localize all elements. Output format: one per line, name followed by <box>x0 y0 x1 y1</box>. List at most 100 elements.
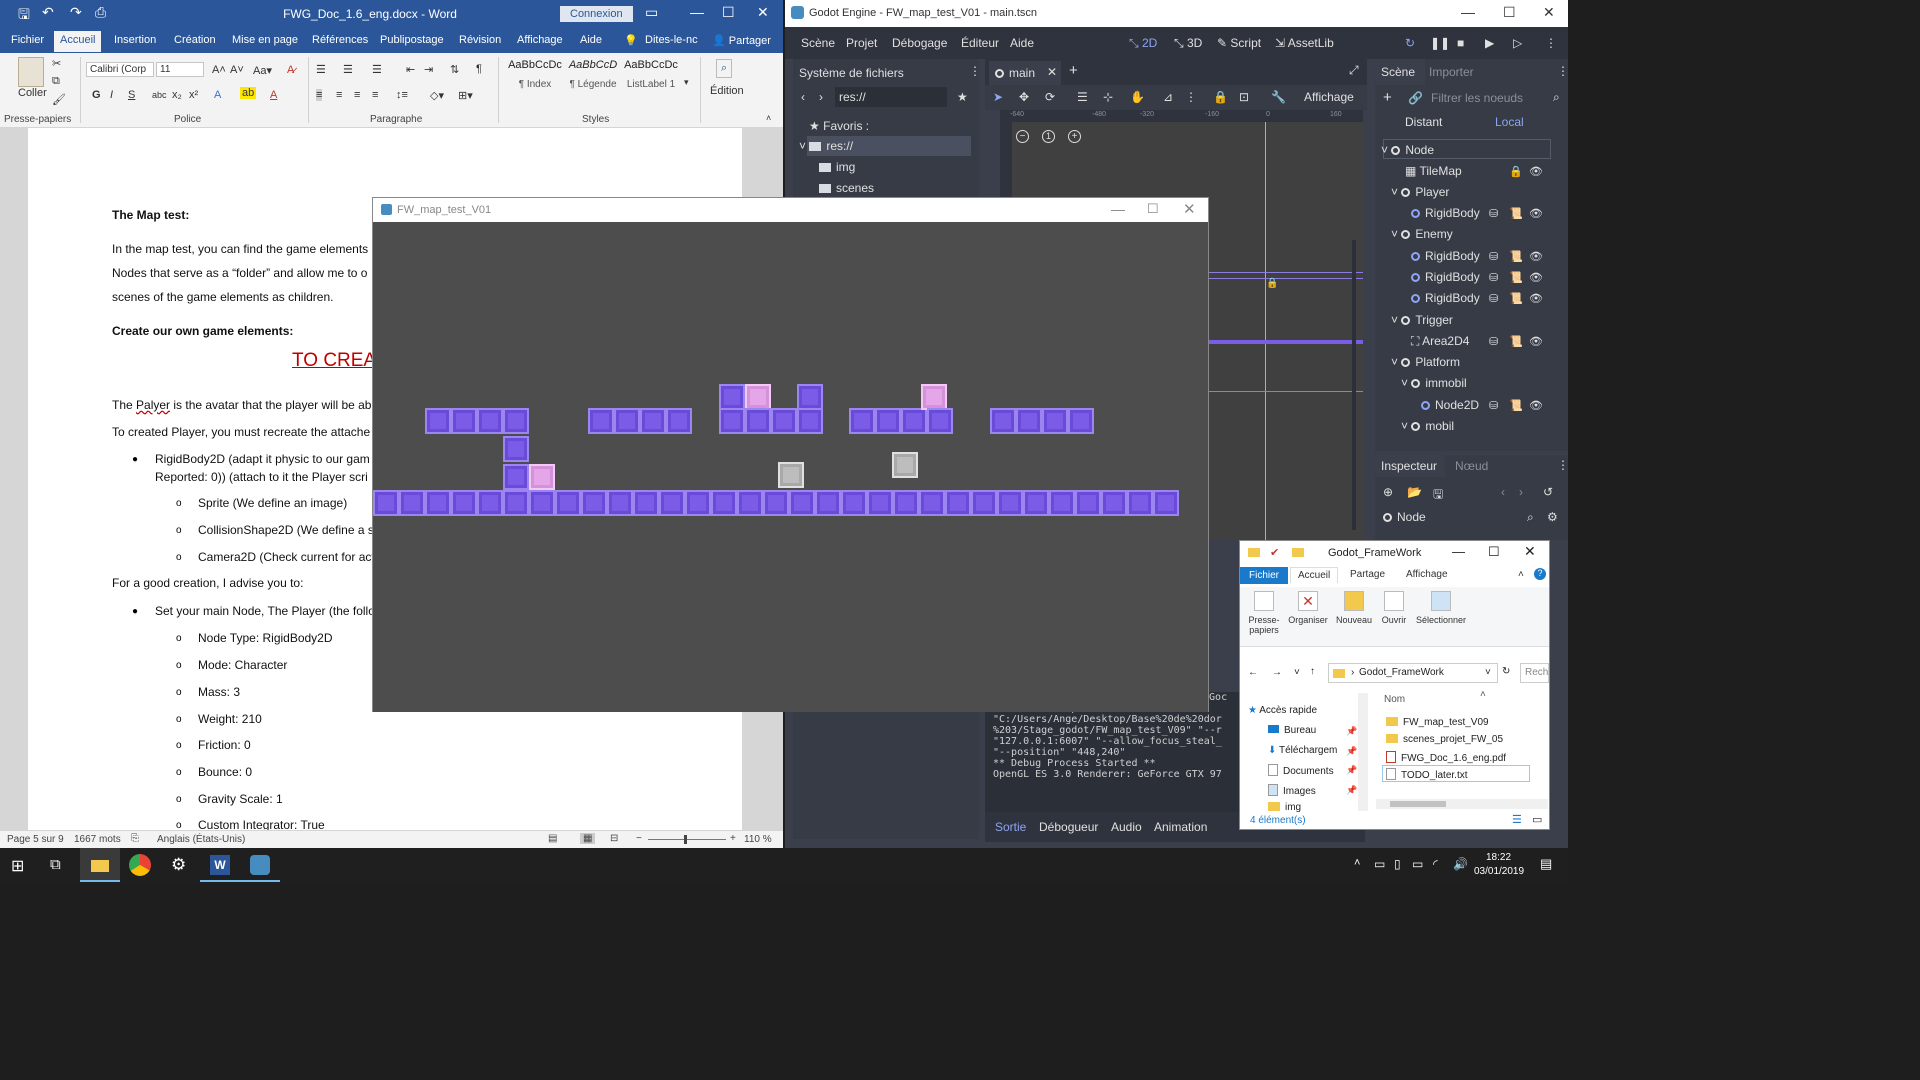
shading-icon[interactable]: ◇▾ <box>430 89 444 102</box>
visibility-eye-icon[interactable]: 👁 <box>1529 271 1543 284</box>
search-icon[interactable]: ⌕ <box>716 59 733 78</box>
link-icon[interactable]: 🔗 <box>1408 91 1423 105</box>
instance-icon[interactable]: ⛁ <box>1489 292 1498 305</box>
search-icon[interactable]: ⌕ <box>1527 510 1534 525</box>
tab-insertion[interactable]: Insertion <box>114 34 156 46</box>
clock-time[interactable]: 18:22 <box>1486 852 1511 863</box>
language-indicator[interactable]: Anglais (États-Unis) <box>157 834 245 845</box>
new-folder-icon[interactable] <box>1292 548 1304 557</box>
tree-node-enemy-rigidbody[interactable]: RigidBody <box>1411 270 1480 284</box>
notifications-icon[interactable]: ▤ <box>1540 856 1552 872</box>
taskbar-godot-button[interactable] <box>240 848 280 882</box>
taskbar-word-button[interactable]: W <box>200 848 240 882</box>
script-icon[interactable]: 📜 <box>1509 399 1523 412</box>
clipboard-button[interactable]: Presse-papiers <box>1244 591 1284 635</box>
back-arrow-icon[interactable]: ← <box>1248 667 1258 678</box>
tree-node-area2d4[interactable]: ⛶ Area2D4 <box>1411 334 1469 349</box>
undo-icon[interactable]: ↶ <box>42 4 54 21</box>
redo-icon[interactable]: ↷ <box>70 4 82 21</box>
settings-icon[interactable]: ⚙ <box>1547 510 1558 524</box>
favorites-row[interactable]: ★ Favoris : <box>809 119 869 133</box>
tab-accueil[interactable]: Accueil <box>1290 567 1339 583</box>
rotate-tool-icon[interactable]: ⟳ <box>1045 90 1055 104</box>
tree-node-immobil[interactable]: ˅ immobil <box>1401 376 1467 390</box>
forward-arrow-icon[interactable]: → <box>1272 667 1282 678</box>
file-row[interactable]: FW_map_test_V09 <box>1386 717 1489 728</box>
tree-node-player[interactable]: ˅ Player <box>1391 185 1449 199</box>
zoom-slider-thumb[interactable] <box>684 835 687 844</box>
lightbulb-icon[interactable]: 💡 <box>624 34 638 47</box>
pause-icon[interactable]: ❚❚ <box>1430 36 1450 50</box>
new-button[interactable]: Nouveau <box>1334 591 1374 625</box>
recent-chevron-icon[interactable]: ˅ <box>1294 667 1300 678</box>
filesystem-item-scenes[interactable]: scenes <box>819 181 874 195</box>
nav-bureau[interactable]: Bureau <box>1268 725 1316 736</box>
page-indicator[interactable]: Page 5 sur 9 <box>7 834 64 845</box>
tree-node-player-rigidbody[interactable]: RigidBody <box>1411 206 1480 220</box>
tab-creation[interactable]: Création <box>174 34 216 46</box>
zoom-in-icon[interactable]: + <box>730 833 736 844</box>
instance-icon[interactable]: ⛁ <box>1489 207 1498 220</box>
filesystem-item-res[interactable]: ˅ res:// <box>799 139 853 153</box>
windows-start-icon[interactable]: ⊞ <box>11 856 24 876</box>
read-mode-icon[interactable]: ▤ <box>548 833 557 844</box>
snap-icon[interactable]: ⊿ <box>1163 90 1173 104</box>
close-icon[interactable]: ✕ <box>1543 4 1555 21</box>
dock-menu-icon[interactable]: ⋮ <box>1557 458 1569 472</box>
tab-importer[interactable]: Importer <box>1429 65 1474 79</box>
change-case-icon[interactable]: Aa▾ <box>253 64 272 77</box>
tree-node-enemy-rigidbody[interactable]: RigidBody <box>1411 249 1480 263</box>
multilevel-list-icon[interactable]: ☰ <box>372 63 382 76</box>
more-icon[interactable]: ⋮ <box>1545 36 1557 50</box>
instance-icon[interactable]: ⛁ <box>1489 335 1498 348</box>
select-tool-icon[interactable]: ➤ <box>993 90 1003 104</box>
nav-images[interactable]: Images <box>1268 784 1316 797</box>
tab-partage[interactable]: Partage <box>1350 569 1385 580</box>
pivot-tool-icon[interactable]: ⊹ <box>1103 90 1113 104</box>
menu-projet[interactable]: Projet <box>846 36 877 50</box>
details-view-icon[interactable]: ☰ <box>1512 813 1522 826</box>
menu-scene[interactable]: Scène <box>801 36 835 50</box>
tab-publipostage[interactable]: Publipostage <box>380 34 444 46</box>
tab-inspector[interactable]: Inspecteur <box>1375 455 1445 477</box>
font-size-select[interactable]: 11 <box>156 62 204 77</box>
visibility-eye-icon[interactable]: 👁 <box>1529 335 1543 348</box>
tab-affichage[interactable]: Affichage <box>1406 569 1448 580</box>
move-tool-icon[interactable]: ✥ <box>1019 90 1029 104</box>
minimize-icon[interactable]: — <box>1461 4 1475 20</box>
sort-icon[interactable]: ⇅ <box>450 63 459 76</box>
play-scene-icon[interactable]: ▶ <box>1485 36 1494 50</box>
strikethrough-button[interactable]: abc <box>152 90 167 100</box>
inspected-node[interactable]: Node <box>1383 510 1426 524</box>
search-input[interactable]: Rech <box>1520 663 1549 683</box>
file-row[interactable]: TODO_later.txt <box>1386 768 1468 781</box>
tab-references[interactable]: Références <box>312 34 368 46</box>
open-button[interactable]: Ouvrir <box>1374 591 1414 625</box>
close-icon[interactable]: ✕ <box>757 4 769 21</box>
collapse-ribbon-icon[interactable]: ˄ <box>1518 569 1524 580</box>
distraction-free-icon[interactable]: ⤢ <box>1349 63 1359 78</box>
copy-icon[interactable]: ⧉ <box>52 75 60 88</box>
visibility-eye-icon[interactable]: 👁 <box>1529 207 1543 220</box>
play-custom-icon[interactable]: ▷ <box>1513 36 1522 50</box>
instance-icon[interactable]: ⛁ <box>1489 250 1498 263</box>
tab-fichier[interactable]: Fichier <box>1240 567 1289 584</box>
tab-affichage[interactable]: Affichage <box>517 34 563 46</box>
paste-icon[interactable] <box>18 57 44 87</box>
address-bar[interactable]: › Godot_FrameWork ˅ <box>1328 663 1498 683</box>
tell-me-input[interactable]: Dites-le-nc <box>645 34 698 46</box>
group-icon[interactable]: ⊡ <box>1239 90 1249 104</box>
tree-node-trigger[interactable]: ˅ Trigger <box>1391 313 1453 327</box>
dock-menu-icon[interactable]: ⋮ <box>1557 64 1569 78</box>
script-icon[interactable]: 📜 <box>1509 335 1523 348</box>
style-index[interactable]: AaBbCcDc ¶ Index <box>506 59 564 107</box>
scrollbar[interactable] <box>1352 240 1356 530</box>
history-back-icon[interactable]: ‹ <box>1501 485 1505 499</box>
organize-button[interactable]: ✕ Organiser <box>1288 591 1328 625</box>
script-icon[interactable]: 📜 <box>1509 271 1523 284</box>
snap-menu-icon[interactable]: ⋮ <box>1185 90 1197 104</box>
bold-button[interactable]: G <box>92 89 101 101</box>
tab-aide[interactable]: Aide <box>580 34 602 46</box>
tab-accueil[interactable]: Accueil <box>54 31 102 52</box>
clear-format-icon[interactable]: A̷ <box>287 64 294 76</box>
